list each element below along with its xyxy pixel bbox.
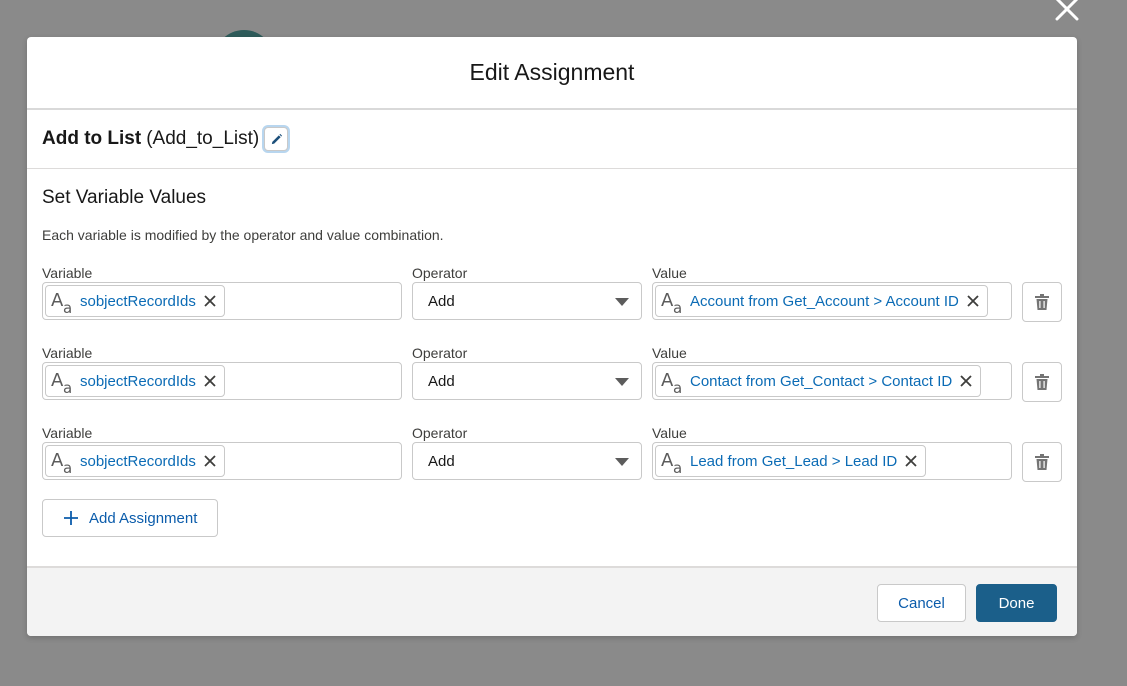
operator-value: Add [428,292,455,310]
value-input[interactable]: A a Account from Get_Account > Account I… [652,282,1012,320]
assignment-row: Variable Operator Value A a sobjectRecor… [42,345,1062,425]
value-pill-text: Contact from Get_Contact > Contact ID [690,372,953,390]
trash-icon [1035,374,1049,390]
svg-text:a: a [63,299,72,315]
value-input[interactable]: A a Lead from Get_Lead > Lead ID [652,442,1012,480]
operator-label: Operator [412,265,468,281]
value-input[interactable]: A a Contact from Get_Contact > Contact I… [652,362,1012,400]
variable-input[interactable]: A a sobjectRecordIds [42,362,402,400]
assignment-body: Set Variable Values Each variable is mod… [27,187,1077,537]
variable-input[interactable]: A a sobjectRecordIds [42,282,402,320]
value-pill: A a Contact from Get_Contact > Contact I… [655,365,982,397]
done-button[interactable]: Done [976,584,1057,622]
value-pill: A a Account from Get_Account > Account I… [655,285,988,317]
delete-assignment-button[interactable] [1022,362,1062,402]
value-label: Value [652,265,687,281]
svg-text:a: a [63,379,72,395]
delete-assignment-button[interactable] [1022,282,1062,322]
value-pill: A a Lead from Get_Lead > Lead ID [655,445,927,477]
section-description: Each variable is modified by the operato… [42,227,444,243]
variable-pill: A a sobjectRecordIds [45,285,225,317]
plus-icon [63,510,79,526]
trash-icon [1035,294,1049,310]
modal-title: Edit Assignment [469,59,635,85]
cancel-button[interactable]: Cancel [877,584,966,622]
chevron-down-icon [615,298,629,306]
variable-label: Variable [42,425,93,441]
text-type-icon: A a [49,367,77,395]
svg-text:a: a [63,459,72,475]
operator-select[interactable]: Add [412,362,642,400]
close-icon[interactable] [202,453,218,469]
operator-value: Add [428,372,455,390]
assignment-row: Variable Operator Value A a sobjectRecor… [42,425,1062,505]
variable-pill-text: sobjectRecordIds [80,372,196,390]
delete-assignment-button[interactable] [1022,442,1062,482]
variable-pill: A a sobjectRecordIds [45,445,225,477]
assignment-list: Variable Operator Value A a sobjectRecor… [42,265,1062,505]
pencil-icon [271,133,282,144]
operator-select[interactable]: Add [412,442,642,480]
svg-text:a: a [673,459,682,475]
chevron-down-icon [615,378,629,386]
element-api-name: (Add_to_List) [146,128,260,149]
text-type-icon: A a [659,287,687,315]
trash-icon [1035,454,1049,470]
text-type-icon: A a [49,447,77,475]
text-type-icon: A a [49,287,77,315]
chevron-down-icon [615,458,629,466]
edit-assignment-modal: Edit Assignment Add to List (Add_to_List… [27,37,1077,636]
value-pill-text: Account from Get_Account > Account ID [690,292,959,310]
text-type-icon: A a [659,367,687,395]
variable-label: Variable [42,345,93,361]
close-icon[interactable] [958,373,974,389]
edit-label-button[interactable] [264,127,289,151]
variable-input[interactable]: A a sobjectRecordIds [42,442,402,480]
modal-footer: Cancel Done [27,566,1077,636]
close-icon[interactable] [202,373,218,389]
operator-label: Operator [412,425,468,441]
close-icon[interactable] [202,293,218,309]
value-pill-text: Lead from Get_Lead > Lead ID [690,452,898,470]
svg-text:a: a [673,299,682,315]
operator-label: Operator [412,345,468,361]
svg-text:a: a [673,379,682,395]
value-label: Value [652,345,687,361]
assignment-row: Variable Operator Value A a sobjectRecor… [42,265,1062,345]
operator-select[interactable]: Add [412,282,642,320]
close-icon[interactable] [903,453,919,469]
modal-header: Edit Assignment [27,37,1077,110]
add-assignment-label: Add Assignment [89,509,198,527]
section-title: Set Variable Values [42,187,207,208]
variable-label: Variable [42,265,93,281]
close-icon[interactable] [965,293,981,309]
operator-value: Add [428,452,455,470]
variable-pill-text: sobjectRecordIds [80,292,196,310]
element-name-row: Add to List (Add_to_List) [27,110,1077,169]
variable-pill-text: sobjectRecordIds [80,452,196,470]
element-label: Add to List [42,128,142,149]
value-label: Value [652,425,687,441]
close-modal-icon[interactable] [1052,0,1082,24]
variable-pill: A a sobjectRecordIds [45,365,225,397]
text-type-icon: A a [659,447,687,475]
